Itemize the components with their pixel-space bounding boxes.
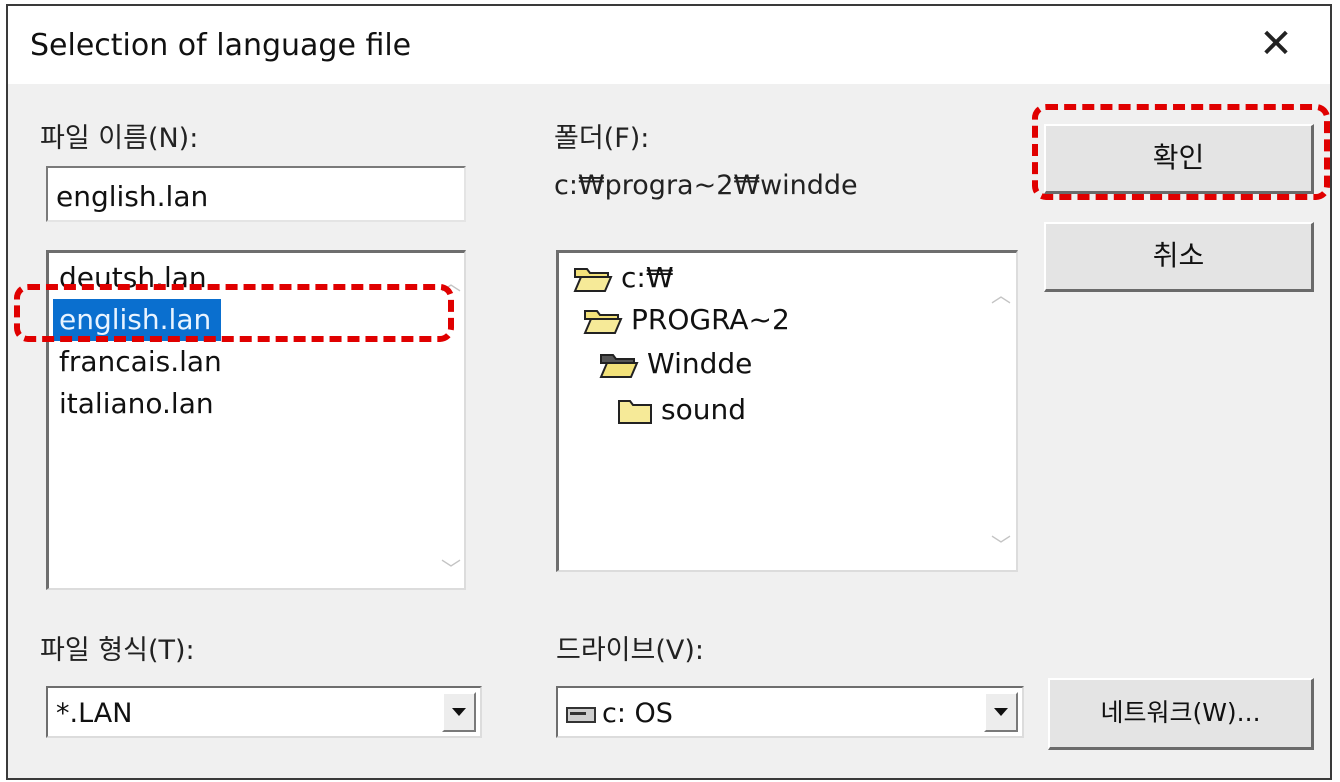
- drive-value: c: OS: [566, 698, 673, 729]
- tree-item-label: c:₩: [621, 261, 674, 294]
- folder-label: 폴더(F):: [554, 123, 650, 154]
- tree-item-label: PROGRA~2: [631, 303, 790, 336]
- network-button[interactable]: 네트워크(W)...: [1048, 678, 1314, 750]
- tree-item-label: sound: [661, 393, 746, 426]
- chevron-down-icon[interactable]: [442, 692, 476, 732]
- list-item-selected[interactable]: english.lan: [53, 299, 222, 341]
- open-folder-icon: [573, 268, 613, 292]
- drive-label: 드라이브(V):: [556, 635, 704, 666]
- filetype-value: *.LAN: [56, 698, 133, 729]
- dialog-title: Selection of language file: [30, 28, 412, 63]
- open-folder-icon: [599, 354, 639, 378]
- filetype-label: 파일 형식(T):: [40, 635, 195, 666]
- file-list[interactable]: deutsh.lan english.lan francais.lan ital…: [46, 250, 466, 590]
- ok-button[interactable]: 확인: [1044, 124, 1314, 194]
- scroll-down-icon[interactable]: ﹀: [441, 553, 461, 582]
- filename-input[interactable]: english.lan: [46, 166, 466, 222]
- chevron-down-icon[interactable]: [984, 692, 1018, 732]
- tree-item[interactable]: Windde: [599, 343, 752, 385]
- scroll-down-icon[interactable]: ﹀: [991, 529, 1011, 558]
- scroll-up-icon[interactable]: ︿: [441, 267, 461, 296]
- close-icon[interactable]: ✕: [1252, 20, 1300, 68]
- filename-input-value: english.lan: [56, 180, 209, 213]
- drive-select[interactable]: c: OS: [556, 686, 1024, 738]
- folder-path: c:₩progra~2₩windde: [554, 170, 858, 201]
- list-item[interactable]: francais.lan: [59, 341, 222, 383]
- list-item[interactable]: deutsh.lan: [59, 257, 207, 299]
- cancel-button[interactable]: 취소: [1044, 222, 1314, 292]
- tree-item[interactable]: PROGRA~2: [583, 299, 790, 341]
- drive-icon: [566, 706, 596, 723]
- tree-item-label: Windde: [647, 347, 753, 380]
- tree-item[interactable]: c:₩: [573, 257, 674, 299]
- folder-tree[interactable]: c:₩ PROGRA~2 Windde sound ︿ ﹀: [556, 250, 1018, 572]
- open-folder-icon: [583, 310, 623, 334]
- closed-folder-icon: [618, 400, 652, 424]
- scroll-up-icon[interactable]: ︿: [991, 279, 1011, 308]
- dialog-window: Selection of language file ✕ 파일 이름(N): e…: [6, 4, 1332, 780]
- title-bar: Selection of language file ✕: [8, 6, 1330, 84]
- list-item[interactable]: italiano.lan: [59, 383, 214, 425]
- tree-item[interactable]: sound: [617, 389, 746, 431]
- filetype-select[interactable]: *.LAN: [46, 686, 482, 738]
- filename-label: 파일 이름(N):: [40, 123, 199, 154]
- drive-value-text: c: OS: [602, 698, 673, 729]
